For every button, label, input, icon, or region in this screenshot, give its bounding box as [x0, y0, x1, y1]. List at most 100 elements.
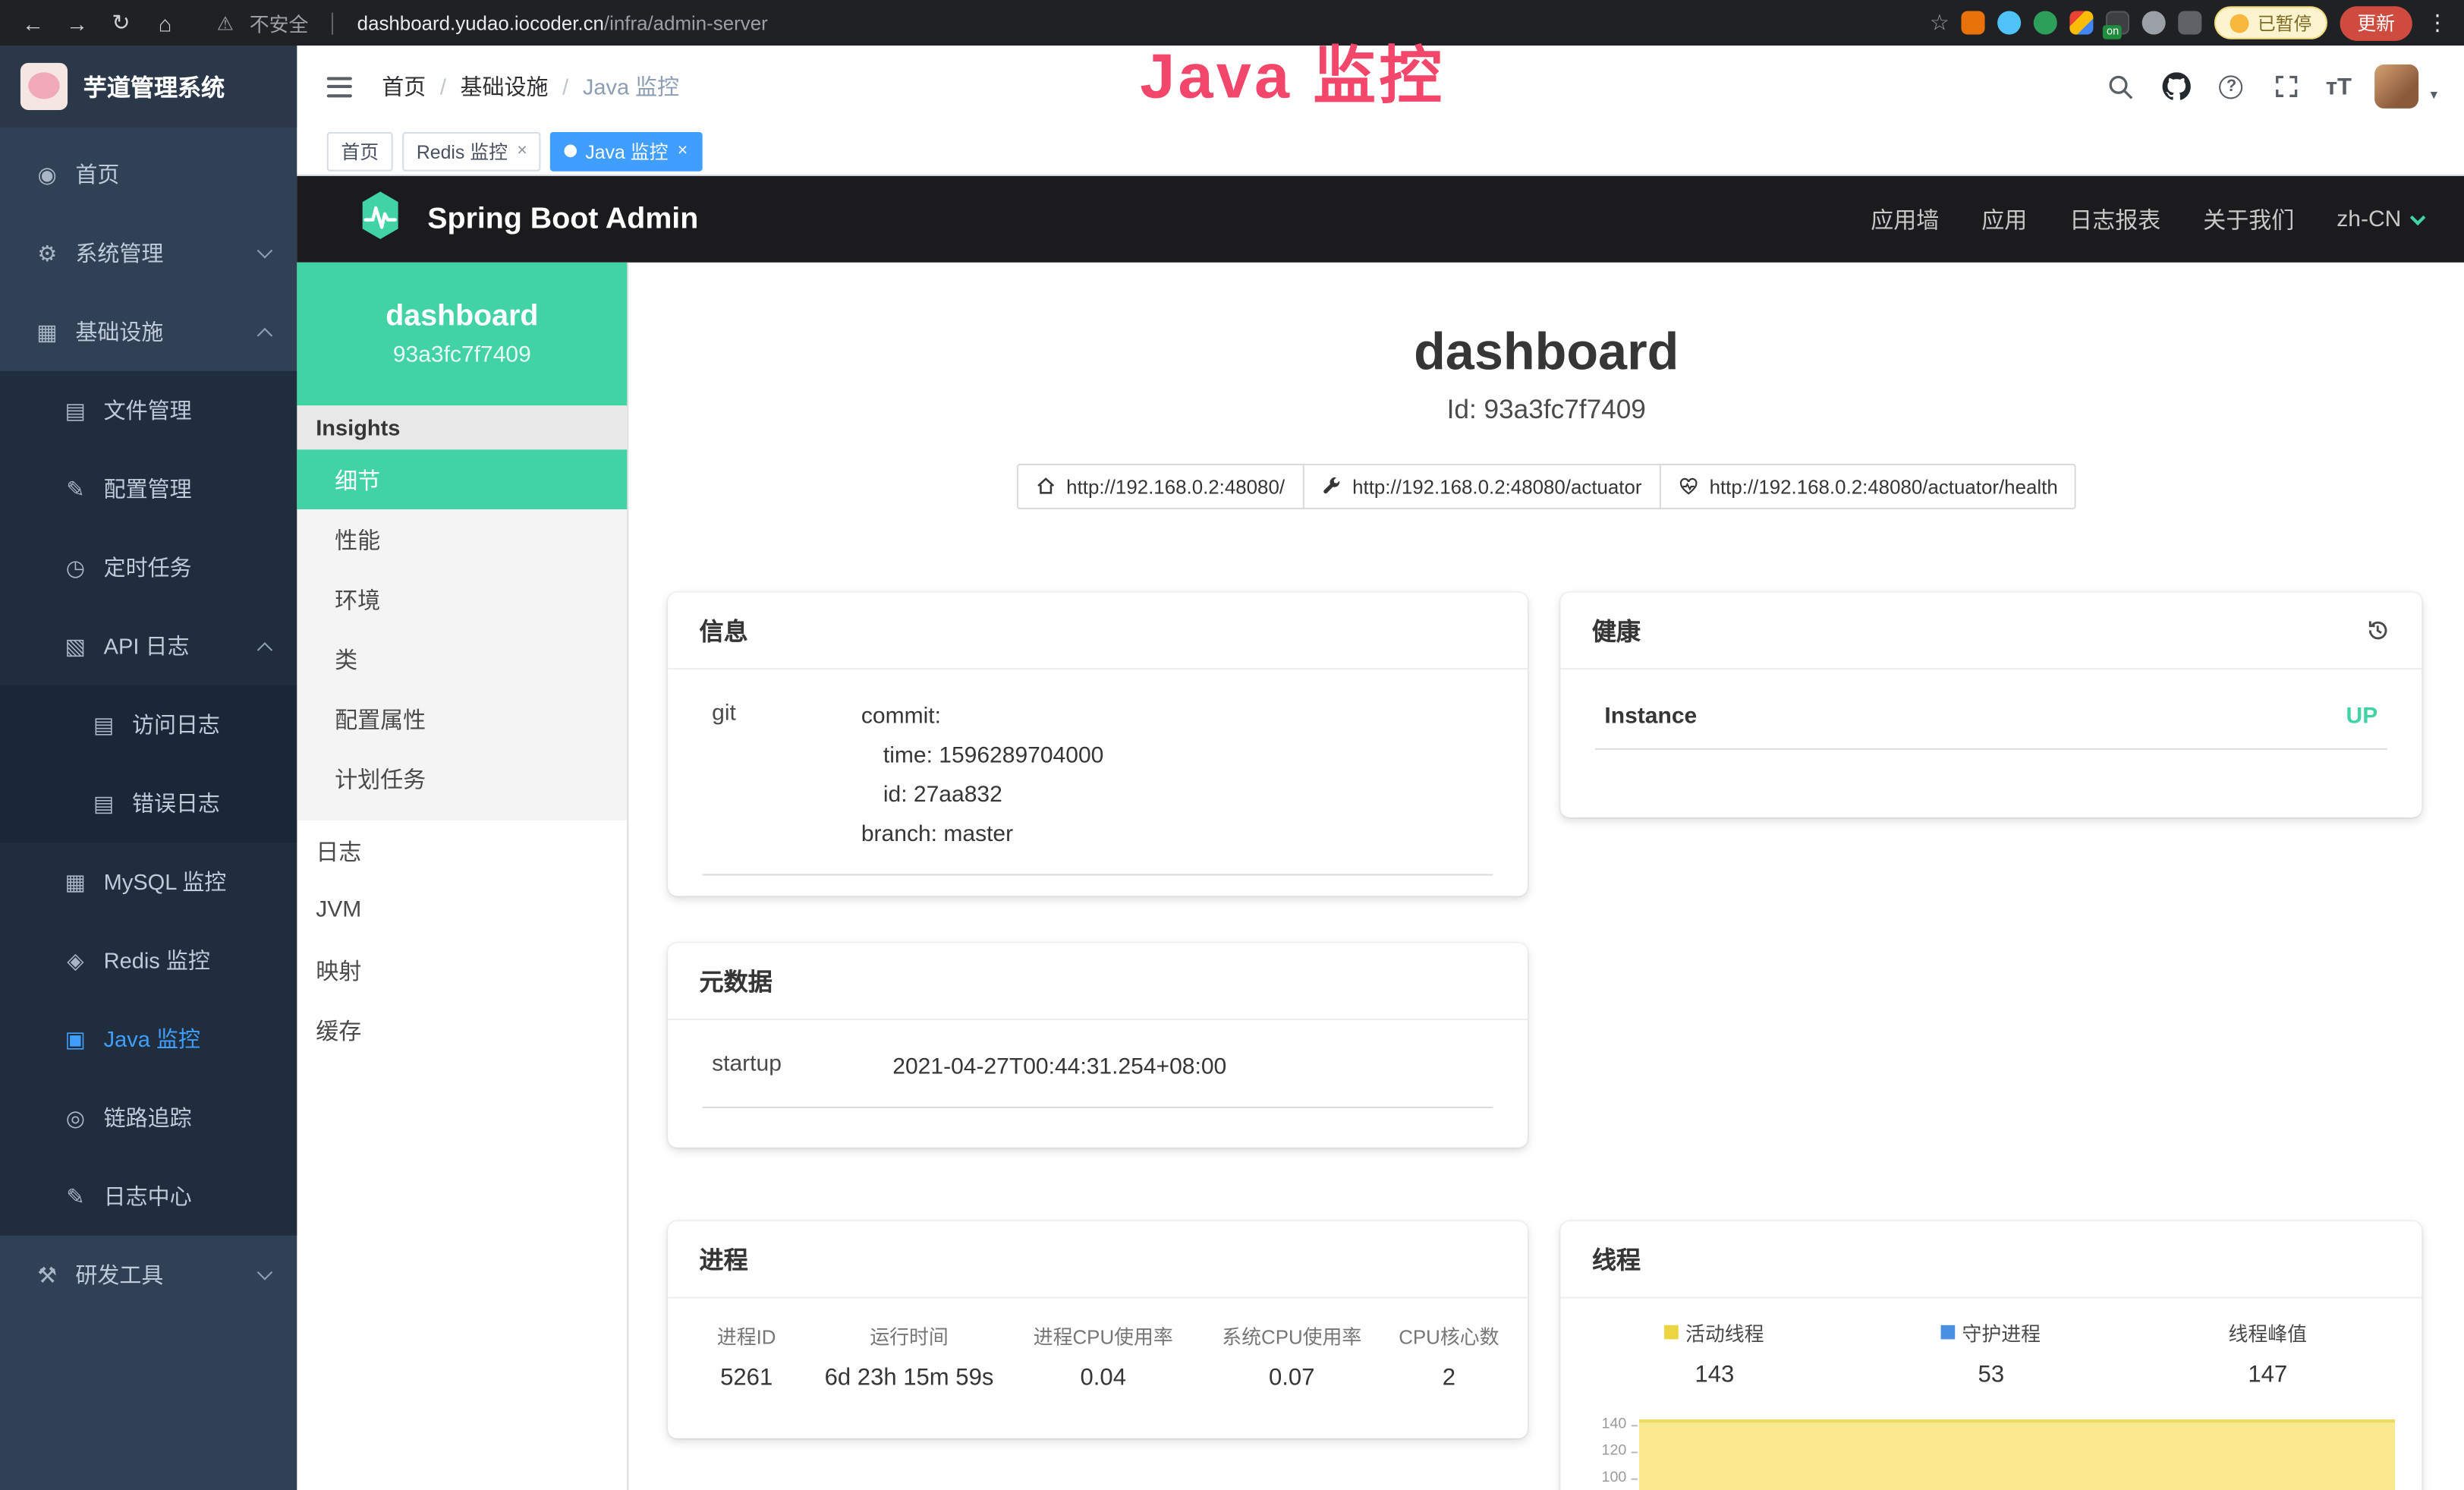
sba-sidebar: dashboard 93a3fc7f7409 Insights 细节 性能 环境…	[297, 263, 628, 1490]
sidebar-item-access-log[interactable]: ▤ 访问日志	[0, 685, 297, 764]
sba-item-performance[interactable]: 性能	[297, 509, 627, 569]
forward-icon[interactable]: →	[60, 5, 95, 40]
sidebar-item-label: 配置管理	[104, 473, 192, 504]
fullscreen-icon[interactable]	[2270, 71, 2302, 102]
sba-item-config-props[interactable]: 配置属性	[297, 688, 627, 748]
history-icon[interactable]	[2365, 618, 2390, 643]
sidebar-item-dev-tools[interactable]: ⚒ 研发工具	[0, 1236, 297, 1315]
instance-header[interactable]: dashboard 93a3fc7f7409	[297, 263, 627, 405]
tab-label: Java 监控	[585, 137, 668, 164]
locale-select[interactable]: zh-CN	[2337, 206, 2423, 232]
extensions-puzzle-icon[interactable]	[2179, 11, 2202, 34]
sidebar-item-trace[interactable]: ◎ 链路追踪	[0, 1079, 297, 1158]
sba-item-mappings[interactable]: 映射	[297, 940, 627, 1000]
breadcrumb-item-current: Java 监控	[583, 71, 679, 102]
app-logo[interactable]: 芋道管理系统	[0, 46, 297, 128]
sidebar-item-label: 首页	[75, 159, 119, 190]
github-icon[interactable]	[2160, 71, 2192, 102]
sba-item-classes[interactable]: 类	[297, 628, 627, 688]
home-icon	[1035, 476, 1056, 496]
sba-item-environment[interactable]: 环境	[297, 569, 627, 629]
sidebar-item-label: 错误日志	[132, 788, 220, 819]
extension-icon[interactable]	[2034, 11, 2058, 34]
sidebar-item-redis-monitor[interactable]: ◈ Redis 监控	[0, 921, 297, 1000]
font-size-icon[interactable]: тT	[2326, 71, 2352, 102]
sba-item-details[interactable]: 细节	[297, 449, 627, 509]
address-bar[interactable]: dashboard.yudao.iocoder.cn/infra/admin-s…	[357, 12, 768, 34]
profile-paused-badge[interactable]: 已暂停	[2215, 6, 2327, 39]
instance-id: 93a3fc7f7409	[393, 342, 531, 367]
metadata-value: 2021-04-27T00:44:31.254+08:00	[892, 1048, 1484, 1088]
close-icon[interactable]: ×	[517, 141, 527, 160]
timer-icon: ◷	[63, 554, 88, 581]
question-glyph: ?	[2220, 74, 2243, 98]
service-url-link[interactable]: http://192.168.0.2:48080/	[1016, 464, 1304, 509]
health-url-link[interactable]: http://192.168.0.2:48080/actuator/health	[1659, 464, 2076, 509]
close-icon[interactable]: ×	[678, 141, 688, 160]
extension-icon[interactable]	[1998, 11, 2022, 34]
info-card-title: 信息	[668, 593, 1528, 669]
sba-logo-icon[interactable]	[354, 189, 407, 250]
browser-home-icon[interactable]: ⌂	[148, 5, 183, 40]
tab-redis-monitor[interactable]: Redis 监控×	[402, 131, 541, 171]
health-card-title: 健康	[1592, 613, 1641, 648]
help-icon[interactable]: ?	[2216, 71, 2247, 102]
sba-item-logs[interactable]: 日志	[297, 821, 627, 880]
browser-menu-icon[interactable]: ⋮	[2426, 9, 2448, 36]
chevron-up-icon	[257, 328, 273, 344]
peak-threads-label: 线程峰值	[2229, 1317, 2308, 1347]
back-icon[interactable]: ←	[16, 5, 51, 40]
sba-item-caches[interactable]: 缓存	[297, 1000, 627, 1060]
sidebar-item-java-monitor[interactable]: ▣ Java 监控	[0, 1000, 297, 1079]
security-label[interactable]: 不安全	[250, 8, 309, 37]
locale-label: zh-CN	[2337, 206, 2401, 232]
sba-item-jvm[interactable]: JVM	[297, 880, 627, 940]
user-menu-caret-icon[interactable]: ▾	[2431, 87, 2437, 109]
sidebar-item-infrastructure[interactable]: ▦ 基础设施	[0, 292, 297, 371]
health-instance-row[interactable]: Instance UP	[1595, 688, 2387, 750]
tab-home[interactable]: 首页	[327, 131, 393, 171]
breadcrumb-item-infrastructure[interactable]: 基础设施	[461, 71, 549, 102]
sba-nav-about[interactable]: 关于我们	[2203, 203, 2294, 235]
threads-chart[interactable]: 140 120 100	[1560, 1413, 2422, 1490]
cpu-cores-value: 2	[1386, 1365, 1512, 1391]
bookmark-star-icon[interactable]: ☆	[1930, 9, 1949, 36]
browser-update-button[interactable]: 更新	[2340, 5, 2412, 40]
heartbeat-icon	[1678, 476, 1698, 496]
extension-icon[interactable]	[2143, 11, 2167, 34]
search-icon[interactable]	[2106, 71, 2137, 102]
health-card: 健康 Instance UP	[1560, 593, 2422, 817]
sidebar-item-scheduled-tasks[interactable]: ◷ 定时任务	[0, 528, 297, 607]
sba-nav-applications[interactable]: 应用	[1981, 203, 2027, 235]
sidebar-item-error-log[interactable]: ▤ 错误日志	[0, 764, 297, 843]
sidebar-item-file-mgmt[interactable]: ▤ 文件管理	[0, 371, 297, 450]
sba-brand-title[interactable]: Spring Boot Admin	[427, 202, 698, 237]
insights-items: 细节 性能 环境 类 配置属性 计划任务	[297, 449, 627, 821]
extension-icon[interactable]	[2070, 11, 2094, 34]
sidebar-item-label: 日志中心	[104, 1180, 192, 1211]
breadcrumb-item-home[interactable]: 首页	[382, 71, 426, 102]
sidebar-item-api-logs[interactable]: ▧ API 日志	[0, 606, 297, 685]
sidebar-item-mysql-monitor[interactable]: ▦ MySQL 监控	[0, 843, 297, 921]
sidebar-item-log-center[interactable]: ✎ 日志中心	[0, 1157, 297, 1236]
java-monitor-icon: ▣	[63, 1025, 88, 1052]
sba-item-scheduled-tasks[interactable]: 计划任务	[297, 748, 627, 808]
chevron-down-icon	[257, 1265, 273, 1281]
app-logo-icon	[20, 63, 68, 110]
actuator-url-link[interactable]: http://192.168.0.2:48080/actuator	[1302, 464, 1661, 509]
sba-nav-journal[interactable]: 日志报表	[2069, 203, 2160, 235]
spring-boot-admin: Spring Boot Admin 应用墙 应用 日志报表 关于我们 zh-CN…	[297, 176, 2464, 1490]
reload-icon[interactable]: ↻	[104, 5, 139, 40]
user-avatar[interactable]	[2375, 65, 2419, 109]
breadcrumb-separator: /	[440, 74, 446, 99]
fold-sidebar-icon[interactable]	[324, 70, 355, 102]
extension-icon[interactable]: on	[2107, 11, 2130, 34]
y-tick: 140	[1602, 1416, 1627, 1433]
sba-nav-wall[interactable]: 应用墙	[1871, 203, 1939, 235]
extension-icon[interactable]	[1962, 11, 1985, 34]
tab-java-monitor[interactable]: Java 监控 ×	[551, 131, 702, 171]
sidebar-item-config-mgmt[interactable]: ✎ 配置管理	[0, 449, 297, 528]
instance-links: http://192.168.0.2:48080/ http://192.168…	[628, 464, 2464, 509]
sidebar-item-system-mgmt[interactable]: ⚙ 系统管理	[0, 214, 297, 293]
sidebar-item-home[interactable]: ◉ 首页	[0, 135, 297, 214]
